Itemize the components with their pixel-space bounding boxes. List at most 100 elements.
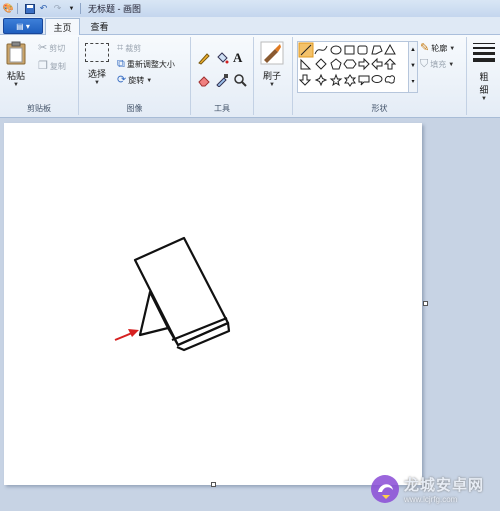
line-shape-icon[interactable] bbox=[298, 42, 314, 58]
size-button[interactable]: 粗 细 ▼ bbox=[473, 43, 495, 102]
clipboard-icon bbox=[6, 41, 26, 65]
rectangle-shape-icon[interactable] bbox=[344, 45, 355, 55]
rotate-label: 旋转 bbox=[128, 76, 145, 85]
phone-stand-base bbox=[167, 321, 231, 352]
watermark: 龙城安卓网 www.lcjrfg.com bbox=[370, 470, 498, 508]
tab-home[interactable]: 主页 bbox=[45, 18, 80, 35]
up-arrow-shape-icon[interactable] bbox=[383, 58, 397, 70]
left-arrow-shape-icon[interactable] bbox=[371, 57, 383, 71]
five-point-star-shape-icon[interactable] bbox=[329, 73, 343, 87]
save-icon[interactable] bbox=[24, 3, 35, 14]
selection-icon bbox=[85, 43, 109, 62]
polygon-shape-icon[interactable] bbox=[371, 45, 383, 55]
title-bar: 🎨 ↶ ↷ ▼ 无标题 - 画图 bbox=[0, 0, 500, 18]
size-label: 粗 bbox=[479, 72, 489, 82]
outline-label: 轮廓 bbox=[431, 44, 448, 53]
clipboard-group-label: 剪贴板 bbox=[27, 104, 51, 113]
cut-button[interactable]: ✂ 剪切 bbox=[38, 43, 65, 54]
magnifier-tool[interactable] bbox=[233, 73, 247, 87]
brushes-label: 刷子 bbox=[262, 71, 281, 81]
brushes-button[interactable]: 刷子 ▼ bbox=[260, 41, 284, 88]
drawing-canvas[interactable] bbox=[4, 123, 422, 487]
magnifier-icon bbox=[234, 74, 247, 87]
right-arrow-shape-icon[interactable] bbox=[358, 57, 370, 71]
paint-app-icon[interactable]: 🎨 bbox=[3, 3, 14, 14]
resize-label: 重新调整大小 bbox=[126, 60, 175, 69]
curve-shape-icon[interactable] bbox=[314, 45, 328, 55]
text-a-icon: A bbox=[233, 50, 243, 65]
chevron-down-icon: ▼ bbox=[448, 61, 455, 68]
fill-button[interactable]: ⛉ 填充 ▼ bbox=[420, 59, 454, 70]
rounded-rectangle-shape-icon[interactable] bbox=[357, 45, 368, 55]
copy-button[interactable]: ❐ 复制 bbox=[38, 61, 66, 72]
canvas-workspace bbox=[0, 118, 500, 511]
paste-button[interactable]: 粘贴 ▼ bbox=[6, 41, 26, 88]
shape-palette bbox=[298, 42, 397, 87]
color-picker-tool[interactable] bbox=[215, 73, 229, 87]
oval-shape-icon[interactable] bbox=[330, 45, 342, 55]
paint-menu-button[interactable]: ▤ ▾ bbox=[3, 18, 43, 34]
diamond-shape-icon[interactable] bbox=[315, 58, 327, 70]
right-triangle-shape-icon[interactable] bbox=[300, 58, 312, 70]
select-button[interactable]: 选择 ▼ bbox=[85, 43, 109, 86]
shapes-scrollbar[interactable]: ▲ ▼ ▾ bbox=[408, 41, 418, 93]
rotate-button[interactable]: ⟳ 旋转 ▼ bbox=[117, 75, 152, 86]
pentagon-shape-icon[interactable] bbox=[330, 58, 342, 70]
text-tool[interactable]: A bbox=[233, 50, 242, 66]
ribbon-tab-row: ▤ ▾ 主页 查看 bbox=[0, 17, 500, 35]
customize-quick-access-icon[interactable]: ▼ bbox=[66, 3, 77, 14]
select-label: 选择 bbox=[87, 69, 106, 79]
rounded-callout-shape-icon[interactable] bbox=[358, 75, 370, 86]
six-point-star-shape-icon[interactable] bbox=[343, 74, 357, 87]
chevron-down-icon: ▼ bbox=[13, 82, 19, 88]
tab-view[interactable]: 查看 bbox=[83, 18, 116, 34]
size-group: 粗 细 ▼ bbox=[467, 37, 500, 115]
cut-label: 剪切 bbox=[49, 44, 66, 53]
undo-icon[interactable]: ↶ bbox=[38, 3, 49, 14]
divider bbox=[17, 3, 18, 14]
resize-button[interactable]: ⧉ 重新调整大小 bbox=[117, 59, 175, 70]
watermark-url: www.lcjrfg.com bbox=[404, 495, 458, 504]
pencil-icon bbox=[198, 53, 210, 65]
hexagon-shape-icon[interactable] bbox=[343, 59, 357, 69]
fill-label: 填充 bbox=[430, 60, 447, 69]
size-label-second-line: 细 bbox=[479, 85, 489, 95]
expand-icon[interactable]: ▾ bbox=[409, 74, 417, 90]
red-arrow bbox=[114, 329, 139, 341]
shapes-group-label: 形状 bbox=[371, 104, 388, 113]
oval-callout-shape-icon[interactable] bbox=[371, 75, 383, 83]
outline-brush-icon: ✎ bbox=[420, 42, 430, 54]
menu-icon: ▤ ▾ bbox=[16, 21, 30, 31]
fill-bucket-icon: ⛉ bbox=[420, 58, 429, 70]
crop-label: 裁剪 bbox=[125, 44, 142, 53]
paste-label: 粘贴 bbox=[6, 71, 25, 81]
divider bbox=[80, 3, 81, 14]
resize-handle-bottom[interactable] bbox=[211, 482, 216, 487]
chevron-down-icon: ▼ bbox=[449, 45, 456, 52]
triangle-shape-icon[interactable] bbox=[384, 43, 396, 55]
eraser-tool[interactable] bbox=[197, 73, 211, 87]
scroll-up-icon[interactable]: ▲ bbox=[409, 42, 417, 58]
watermark-brand: 龙城安卓网 bbox=[404, 477, 485, 494]
resize-handle-right[interactable] bbox=[423, 301, 428, 306]
resize-icon: ⧉ bbox=[117, 58, 125, 70]
fill-tool[interactable] bbox=[215, 51, 229, 65]
redo-icon[interactable]: ↷ bbox=[52, 3, 63, 14]
tools-group: A 工具 bbox=[191, 37, 254, 115]
copy-label: 复制 bbox=[49, 62, 66, 71]
scissors-icon: ✂ bbox=[38, 42, 48, 54]
ribbon: 粘贴 ▼ ✂ 剪切 ❐ 复制 剪贴板 选择 ▼ ⌗ 裁剪 ⧉ 重新调整大小 ⟳ … bbox=[0, 35, 500, 118]
copy-icon: ❐ bbox=[38, 60, 48, 72]
line-width-icon bbox=[473, 43, 495, 62]
four-point-star-shape-icon[interactable] bbox=[314, 73, 328, 87]
rotate-icon: ⟳ bbox=[117, 74, 127, 86]
phone-stand-support-leg bbox=[138, 290, 170, 337]
outline-button[interactable]: ✎ 轮廓 ▼ bbox=[420, 43, 455, 54]
scroll-down-icon[interactable]: ▼ bbox=[409, 58, 417, 74]
cloud-callout-shape-icon[interactable] bbox=[384, 75, 395, 84]
chevron-down-icon: ▼ bbox=[269, 82, 275, 88]
crop-button[interactable]: ⌗ 裁剪 bbox=[117, 43, 141, 54]
shapes-gallery bbox=[297, 41, 409, 93]
down-arrow-shape-icon[interactable] bbox=[298, 74, 312, 86]
pencil-tool[interactable] bbox=[197, 51, 211, 65]
